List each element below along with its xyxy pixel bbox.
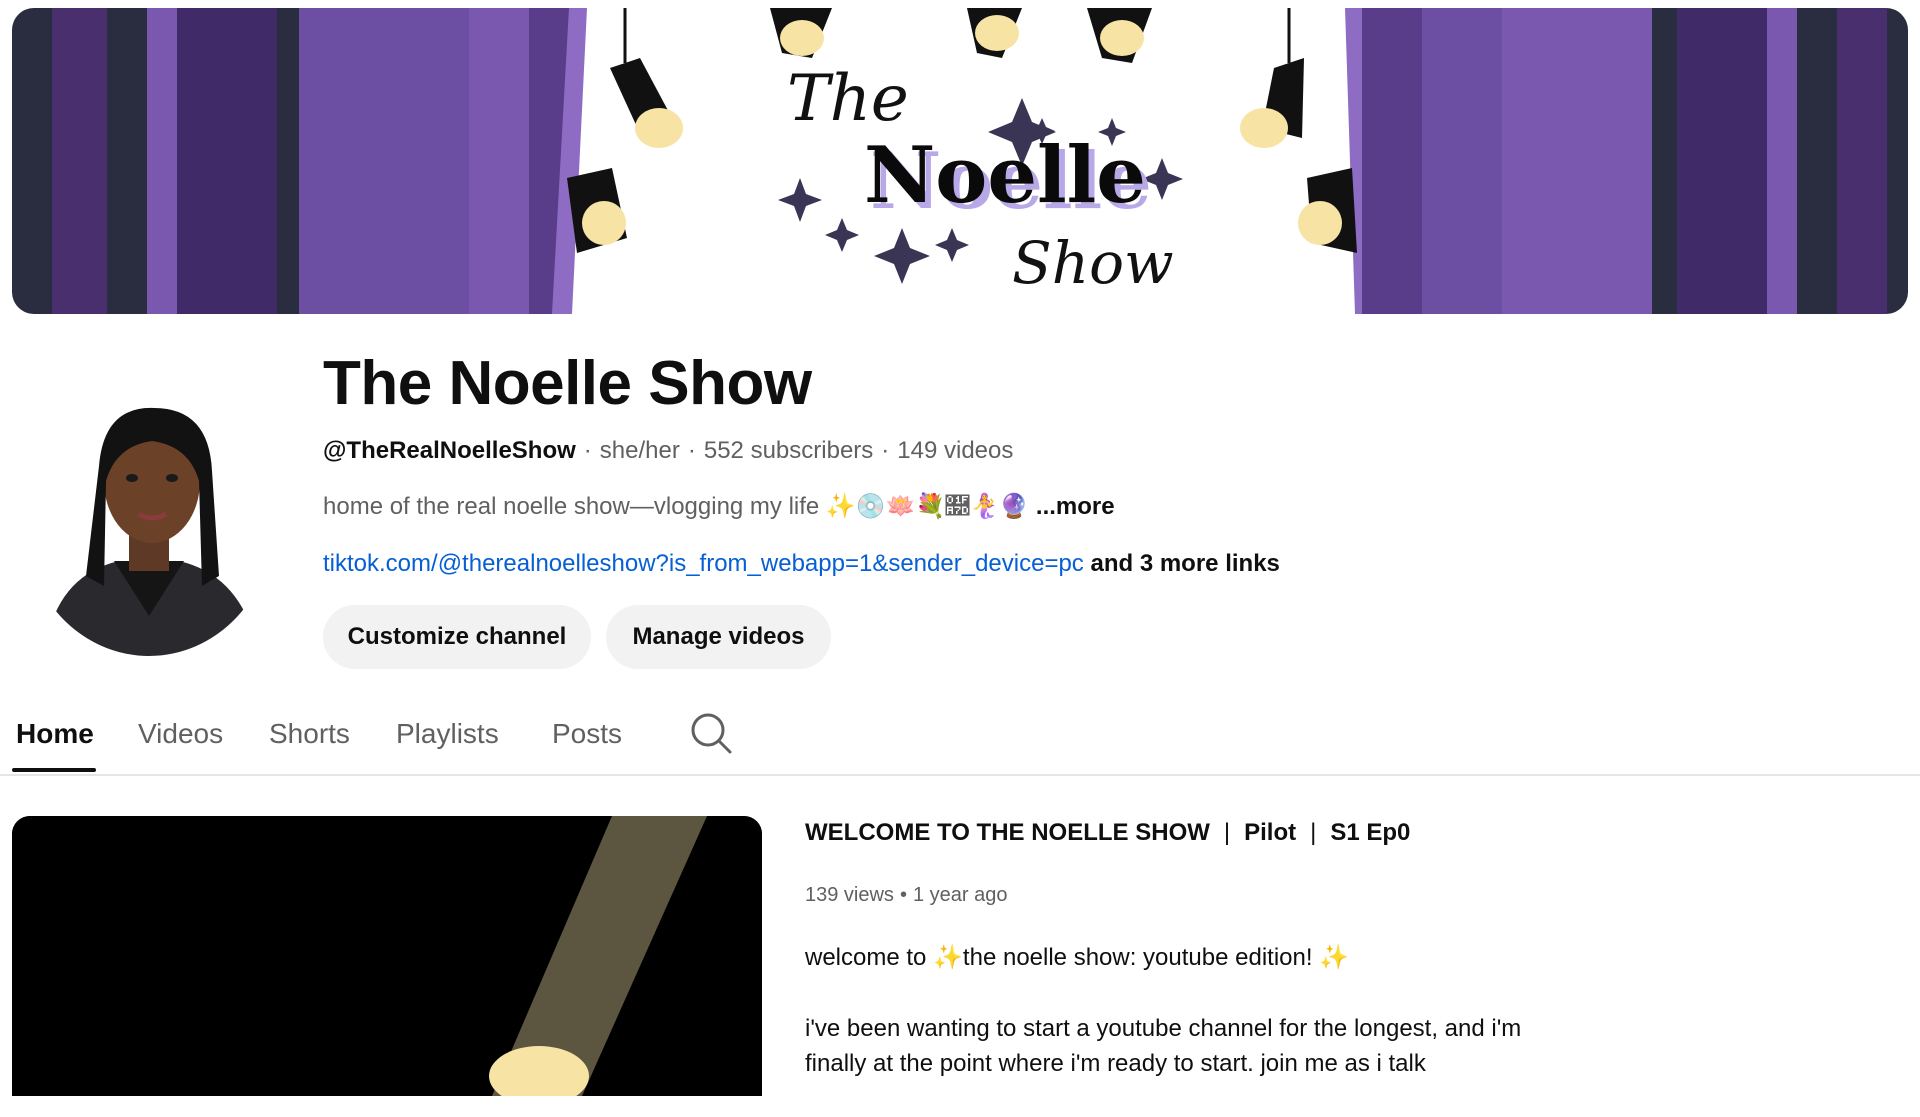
manage-videos-button[interactable]: Manage videos (606, 605, 831, 669)
svg-text:Noelle: Noelle (864, 130, 1146, 221)
tab-posts[interactable]: Posts (552, 716, 622, 752)
customize-channel-button[interactable]: Customize channel (323, 605, 591, 669)
more-links-button[interactable]: and 3 more links (1090, 550, 1279, 577)
description-text: home of the real noelle show—vlogging my… (323, 493, 1030, 520)
tab-home[interactable]: Home (16, 716, 94, 752)
subscriber-count: 552 subscribers (703, 437, 874, 464)
meta-separator: · (687, 437, 696, 464)
channel-handle: @TheRealNoelleShow (323, 437, 576, 464)
title-separator: | (1310, 819, 1317, 846)
title-part: S1 Ep0 (1330, 819, 1411, 846)
svg-text:The: The (787, 62, 909, 136)
channel-title: The Noelle Show (323, 349, 812, 418)
title-part: WELCOME TO THE NOELLE SHOW (805, 819, 1210, 846)
title-part: Pilot (1244, 819, 1297, 846)
upload-age: 1 year ago (912, 884, 1008, 906)
banner-logo: The Noelle Noelle Show (787, 62, 1174, 297)
title-separator: | (1223, 819, 1231, 846)
featured-video-stats: 139 views • 1 year ago (805, 880, 1007, 910)
channel-meta: @TheRealNoelleShow · she/her · 552 subscribe… (323, 435, 1013, 467)
meta-separator: • (899, 884, 907, 906)
tab-playlists[interactable]: Playlists (396, 716, 499, 752)
description-line: i've been wanting to start a youtube cha… (805, 1015, 1522, 1077)
description-line: welcome to ✨the noelle show: youtube edi… (805, 944, 1350, 971)
more-button[interactable]: ...more (1036, 493, 1115, 520)
tab-shorts[interactable]: Shorts (269, 716, 350, 752)
channel-avatar[interactable] (24, 386, 274, 656)
meta-separator: · (583, 437, 592, 464)
featured-video-title[interactable]: WELCOME TO THE NOELLE SHOW | Pilot | S1 Ep0 (805, 816, 1410, 850)
featured-video-thumbnail[interactable] (12, 816, 762, 1096)
tiktok-link[interactable]: tiktok.com/@therealnoelleshow?is_from_we… (323, 550, 1084, 577)
channel-links: tiktok.com/@therealnoelleshow?is_from_we… (323, 548, 1280, 580)
search-icon[interactable] (688, 710, 734, 756)
channel-banner: The Noelle Noelle Show (12, 8, 1908, 314)
channel-tabs: Home Videos Shorts Playlists Posts (0, 700, 1920, 776)
active-tab-indicator (12, 768, 96, 772)
meta-separator: · (881, 437, 890, 464)
banner-artwork: The Noelle Noelle Show (12, 8, 1908, 314)
right-curtain (1345, 8, 1908, 314)
left-curtain (12, 8, 587, 314)
channel-description[interactable]: home of the real noelle show—vlogging my… (323, 491, 1115, 523)
featured-video-description: welcome to ✨the noelle show: youtube edi… (805, 940, 1585, 1117)
svg-text:Show: Show (1012, 229, 1174, 297)
view-count: 139 views (805, 884, 894, 906)
tab-videos[interactable]: Videos (138, 716, 223, 752)
channel-pronouns: she/her (599, 437, 680, 464)
video-count: 149 videos (897, 437, 1014, 464)
